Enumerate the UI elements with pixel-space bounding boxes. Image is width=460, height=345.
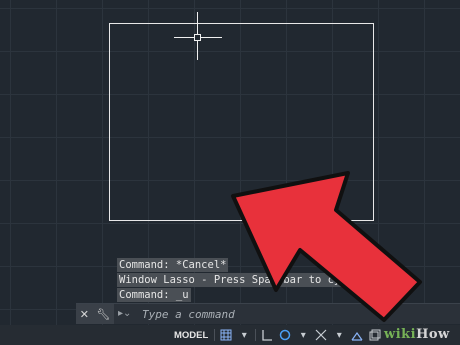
wikihow-watermark: wikiHow	[384, 327, 450, 342]
red-arrow-annotation	[231, 171, 422, 322]
